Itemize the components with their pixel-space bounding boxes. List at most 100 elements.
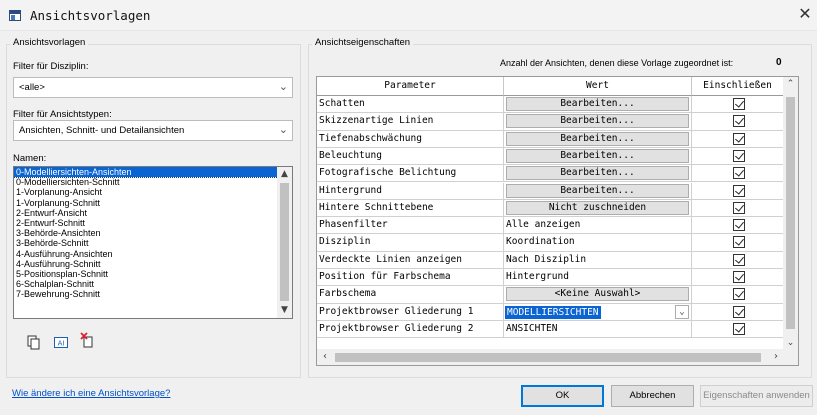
- value-cell: Nicht zuschneiden: [504, 199, 692, 218]
- include-checkbox[interactable]: [732, 305, 745, 318]
- include-checkbox[interactable]: [732, 288, 745, 301]
- value-cell[interactable]: Koordination: [504, 234, 692, 252]
- table-row: Hintergrund Bearbeiten...: [317, 182, 784, 200]
- chevron-down-icon[interactable]: ⌄: [675, 304, 689, 319]
- edit-button[interactable]: Bearbeiten...: [506, 183, 689, 198]
- scroll-up-icon[interactable]: ▲: [277, 167, 292, 182]
- scroll-down-icon[interactable]: ⌄: [783, 338, 798, 348]
- include-checkbox[interactable]: [732, 322, 745, 335]
- table-vscrollbar[interactable]: ⌃ ⌄: [783, 77, 798, 350]
- cancel-button[interactable]: Abbrechen: [611, 385, 694, 407]
- list-item[interactable]: 4-Ausführung-Schnitt: [14, 259, 292, 269]
- value-combo[interactable]: MODELLIERSICHTEN ⌄: [504, 303, 692, 321]
- scroll-up-icon[interactable]: ⌃: [783, 79, 798, 89]
- include-checkbox[interactable]: [732, 271, 745, 283]
- value-cell: Bearbeiten...: [504, 130, 692, 148]
- ok-button[interactable]: OK: [521, 385, 604, 407]
- include-checkbox[interactable]: [732, 236, 745, 249]
- value-cell[interactable]: Hintergrund: [504, 269, 692, 287]
- list-item[interactable]: 0-Modelliersichten-Ansichten: [14, 167, 292, 179]
- include-cell: [692, 182, 784, 200]
- table-row: Skizzenartige Linien Bearbeiten...: [317, 113, 784, 131]
- value-cell: Bearbeiten...: [504, 113, 692, 131]
- names-list[interactable]: 0-Modelliersichten-Ansichten 0-Modellier…: [13, 166, 293, 319]
- include-checkbox[interactable]: [732, 167, 745, 180]
- scroll-right-icon[interactable]: ›: [768, 349, 784, 365]
- edit-button[interactable]: Bearbeiten...: [506, 148, 689, 163]
- list-item[interactable]: 7-Bewehrung-Schnitt: [14, 289, 292, 299]
- list-item[interactable]: 5-Positionsplan-Schnitt: [14, 269, 292, 279]
- list-item[interactable]: 3-Behörde-Ansichten: [14, 228, 292, 238]
- scroll-left-icon[interactable]: ‹: [317, 349, 333, 365]
- include-cell: [692, 147, 784, 166]
- color-scheme-button[interactable]: <Keine Auswahl>: [506, 287, 689, 302]
- viewtype-filter-label: Filter für Ansichtstypen:: [13, 109, 112, 120]
- list-item[interactable]: 1-Vorplanung-Schnitt: [14, 198, 292, 208]
- include-checkbox[interactable]: [732, 184, 745, 197]
- parameter-cell: Fotografische Belichtung: [317, 165, 504, 183]
- rename-icon[interactable]: AI: [53, 334, 69, 350]
- list-item[interactable]: 4-Ausführung-Ansichten: [14, 249, 292, 259]
- scroll-thumb[interactable]: [335, 353, 761, 362]
- discipline-filter-value: <alle>: [19, 82, 45, 93]
- include-checkbox[interactable]: [732, 219, 745, 232]
- include-checkbox[interactable]: [732, 201, 745, 214]
- parameter-cell: Tiefenabschwächung: [317, 130, 504, 148]
- include-checkbox[interactable]: [732, 149, 745, 162]
- list-item[interactable]: 6-Schalplan-Schnitt: [14, 279, 292, 289]
- count-label: Anzahl der Ansichten, denen diese Vorlag…: [500, 58, 734, 68]
- column-header-include[interactable]: Einschließen: [692, 77, 784, 96]
- table-row: Verdeckte Linien anzeigen Nach Disziplin: [317, 251, 784, 269]
- apply-properties-button[interactable]: Eigenschaften anwenden: [700, 385, 813, 407]
- close-icon[interactable]: ✕: [797, 5, 813, 23]
- include-checkbox[interactable]: [732, 253, 745, 266]
- include-cell: [692, 217, 784, 235]
- help-link[interactable]: Wie ändere ich eine Ansichtsvorlage?: [12, 388, 170, 399]
- include-cell: [692, 269, 784, 287]
- edit-button[interactable]: Bearbeiten...: [506, 131, 689, 146]
- list-item[interactable]: 2-Entwurf-Ansicht: [14, 208, 292, 218]
- viewtype-filter-value: Ansichten, Schnitt- und Detailansichten: [19, 125, 185, 136]
- discipline-filter-select[interactable]: <alle> ⌄: [13, 77, 293, 98]
- table-hscrollbar[interactable]: ‹ ›: [317, 349, 784, 365]
- include-checkbox[interactable]: [732, 115, 745, 128]
- list-item[interactable]: 2-Entwurf-Schnitt: [14, 218, 292, 228]
- list-item[interactable]: 0-Modelliersichten-Schnitt: [14, 177, 292, 187]
- duplicate-icon[interactable]: [26, 334, 42, 350]
- include-checkbox[interactable]: [732, 132, 745, 145]
- viewtype-filter-select[interactable]: Ansichten, Schnitt- und Detailansichten …: [13, 120, 293, 141]
- parameter-cell: Verdeckte Linien anzeigen: [317, 251, 504, 269]
- list-item[interactable]: 3-Behörde-Schnitt: [14, 238, 292, 248]
- include-cell: [692, 165, 784, 183]
- table-row: Hintere Schnittebene Nicht zuschneiden: [317, 199, 784, 218]
- scroll-down-icon[interactable]: ▼: [277, 303, 292, 318]
- parameter-cell: Projektbrowser Gliederung 2: [317, 320, 504, 339]
- scroll-corner: [783, 349, 798, 365]
- edit-button[interactable]: Bearbeiten...: [506, 97, 689, 111]
- edit-button[interactable]: Bearbeiten...: [506, 114, 689, 129]
- chevron-down-icon: ⌄: [278, 81, 288, 93]
- properties-table: Parameter Wert Einschließen Schatten Bea…: [316, 76, 799, 366]
- value-cell[interactable]: Alle anzeigen: [504, 217, 692, 235]
- edit-button[interactable]: Bearbeiten...: [506, 166, 689, 181]
- column-header-parameter[interactable]: Parameter: [317, 77, 504, 96]
- crop-button[interactable]: Nicht zuschneiden: [506, 200, 689, 215]
- delete-icon[interactable]: [80, 332, 96, 348]
- parameter-cell: Schatten: [317, 96, 504, 114]
- value-cell[interactable]: ANSICHTEN: [504, 320, 692, 339]
- scroll-thumb[interactable]: [280, 183, 289, 301]
- svg-text:AI: AI: [58, 340, 65, 348]
- parameter-cell: Position für Farbschema: [317, 269, 504, 287]
- include-cell: [692, 251, 784, 269]
- count-value: 0: [776, 57, 782, 68]
- include-checkbox[interactable]: [732, 98, 745, 110]
- include-cell: [692, 303, 784, 321]
- table-row: Phasenfilter Alle anzeigen: [317, 217, 784, 235]
- list-item[interactable]: 1-Vorplanung-Ansicht: [14, 187, 292, 197]
- include-cell: [692, 96, 784, 114]
- scroll-thumb[interactable]: [786, 97, 795, 329]
- include-cell: [692, 234, 784, 252]
- value-cell[interactable]: Nach Disziplin: [504, 251, 692, 269]
- names-list-scrollbar[interactable]: ▲ ▼: [277, 167, 292, 318]
- column-header-value[interactable]: Wert: [504, 77, 692, 96]
